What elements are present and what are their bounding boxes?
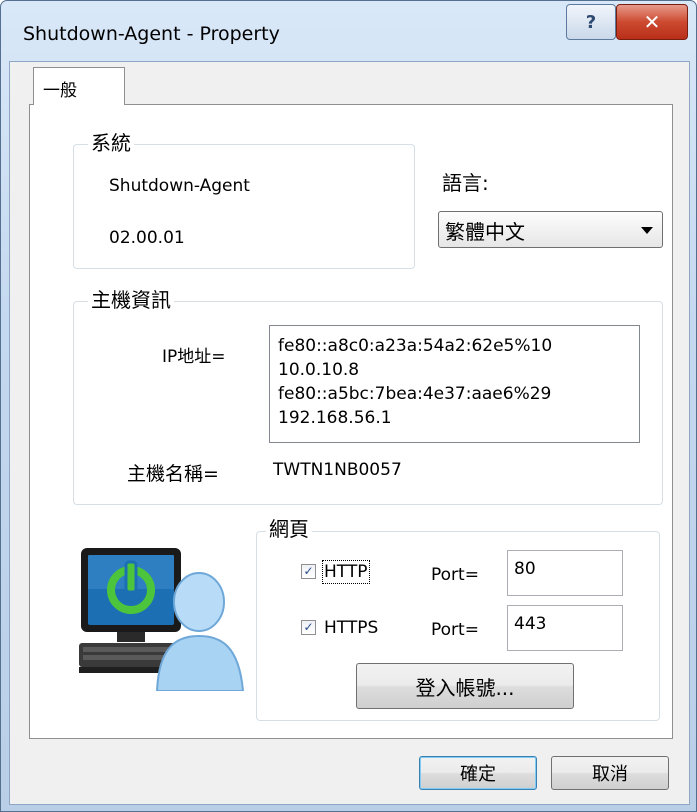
tab-general[interactable]: 一般	[33, 67, 125, 105]
http-port-label: Port=	[431, 565, 479, 585]
https-port-value: 443	[514, 614, 547, 634]
ip-address-item: fe80::a5bc:7bea:4e37:aae6%29	[278, 384, 552, 404]
https-checkbox[interactable]: ✓	[301, 620, 316, 635]
https-label[interactable]: HTTPS	[324, 618, 378, 638]
http-label[interactable]: HTTP	[322, 560, 370, 584]
ip-address-item: 192.168.56.1	[278, 408, 392, 428]
close-button[interactable]: ✕	[616, 4, 688, 40]
language-label: 語言:	[442, 171, 489, 195]
https-port-input[interactable]: 443	[507, 605, 623, 651]
ip-address-item: 10.0.10.8	[278, 360, 360, 380]
property-dialog: Shutdown-Agent - Property ? ✕ 一般 系統 Shut…	[0, 0, 697, 812]
http-checkbox[interactable]: ✓	[301, 564, 316, 579]
ok-button-label: 確定	[460, 764, 496, 785]
login-account-button[interactable]: 登入帳號...	[356, 663, 574, 709]
help-icon: ?	[585, 11, 597, 33]
language-selected-value: 繁體中文	[445, 220, 525, 244]
tab-general-label: 一般	[43, 81, 77, 101]
hostname-label: 主機名稱=	[127, 463, 219, 485]
ip-address-list[interactable]: fe80::a8c0:a23a:54a2:62e5%10 10.0.10.8 f…	[269, 325, 640, 443]
product-name: Shutdown-Agent	[109, 176, 250, 196]
https-port-label: Port=	[431, 620, 479, 640]
help-button[interactable]: ?	[566, 4, 616, 40]
window-title: Shutdown-Agent - Property	[23, 23, 280, 45]
close-icon: ✕	[643, 10, 661, 34]
login-account-button-label: 登入帳號...	[415, 675, 515, 700]
ip-address-label: IP地址=	[162, 347, 226, 367]
ok-button[interactable]: 確定	[419, 756, 537, 790]
product-version: 02.00.01	[109, 228, 185, 248]
language-select[interactable]: 繁體中文	[438, 211, 663, 248]
title-bar[interactable]: Shutdown-Agent - Property ? ✕	[1, 1, 696, 61]
system-groupbox	[73, 144, 415, 269]
hostname-value: TWTN1NB0057	[273, 460, 402, 480]
system-group-legend: 系統	[88, 131, 134, 155]
computer-power-user-icon	[79, 548, 245, 691]
host-info-group-legend: 主機資訊	[88, 288, 174, 312]
check-icon: ✓	[303, 620, 314, 634]
ip-address-item: fe80::a8c0:a23a:54a2:62e5%10	[278, 336, 553, 356]
http-port-value: 80	[514, 559, 536, 579]
http-port-input[interactable]: 80	[507, 550, 623, 596]
cancel-button-label: 取消	[592, 764, 628, 785]
web-group-legend: 網頁	[266, 517, 312, 541]
check-icon: ✓	[303, 564, 314, 578]
cancel-button[interactable]: 取消	[551, 756, 669, 790]
chevron-down-icon	[641, 227, 653, 234]
